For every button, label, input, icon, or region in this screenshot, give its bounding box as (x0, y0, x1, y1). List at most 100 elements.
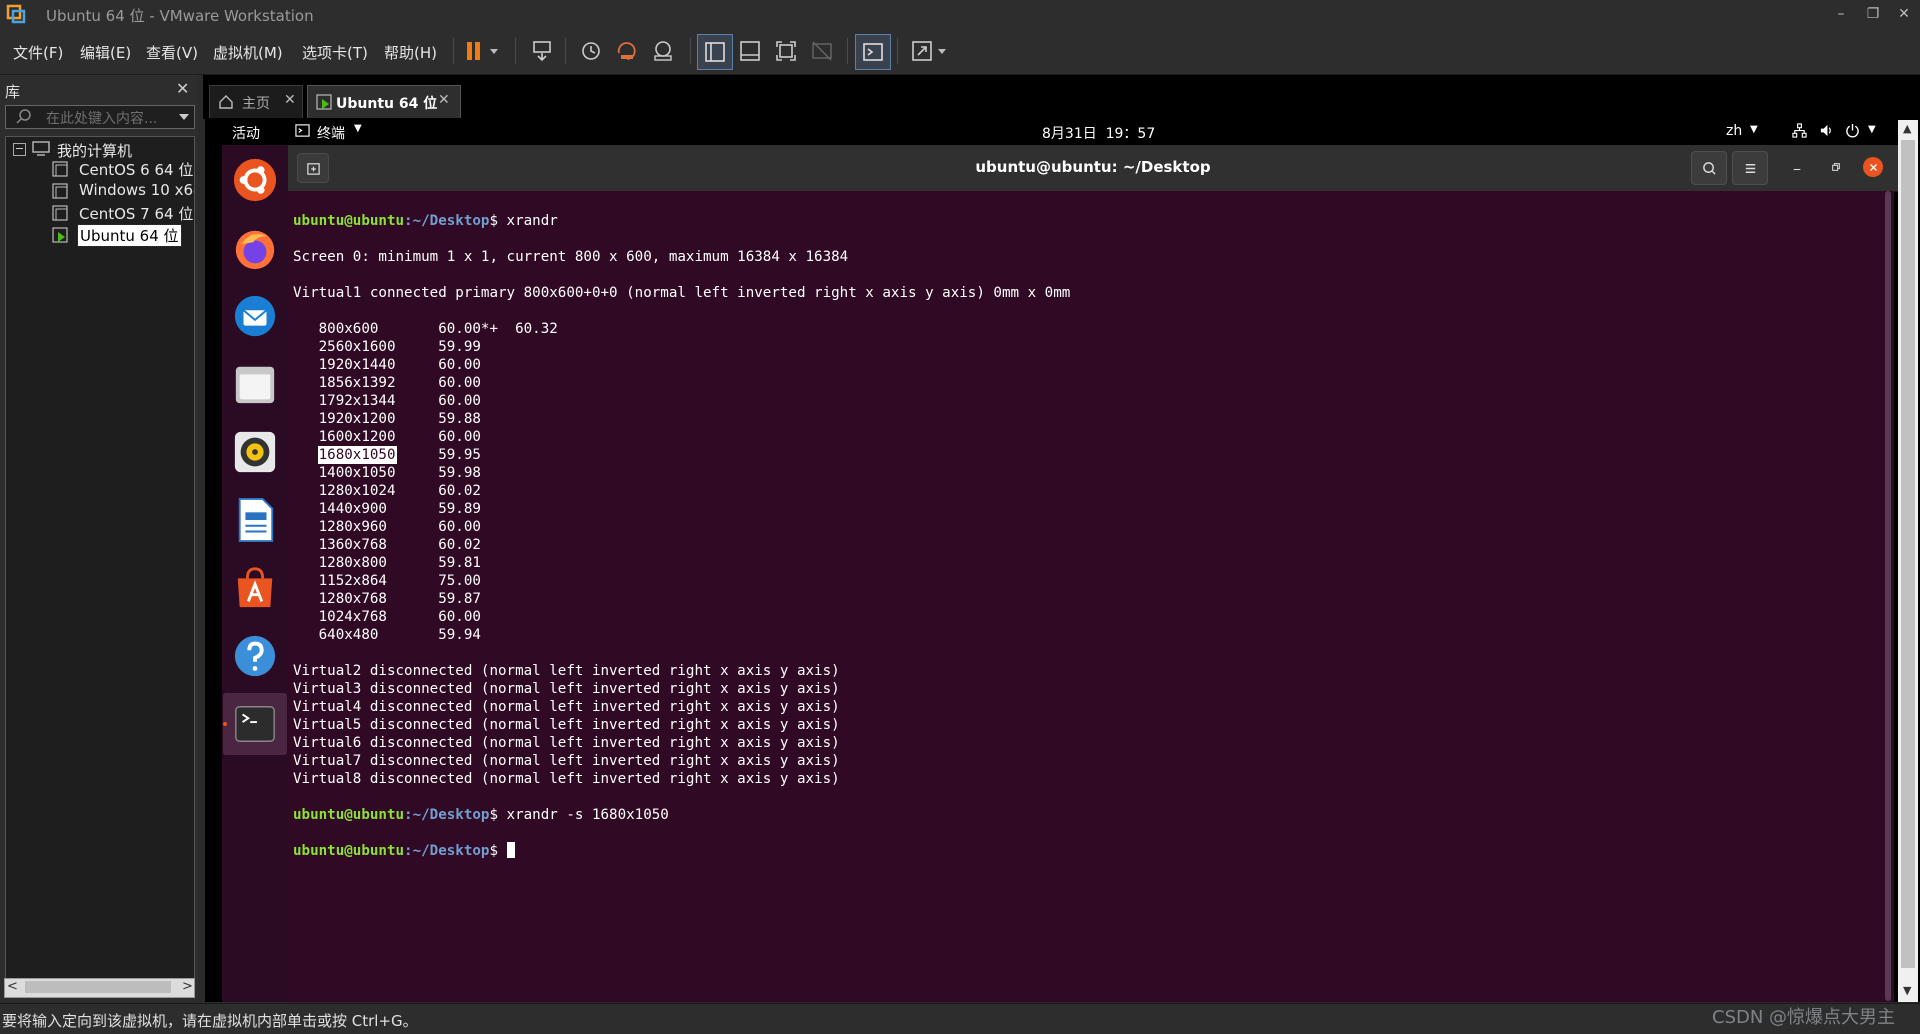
terminal-search-button[interactable] (1691, 151, 1727, 185)
tab-ubuntu[interactable]: Ubuntu 64 位 ✕ (307, 85, 461, 118)
tree-item-centos7[interactable]: CentOS 7 64 位 (79, 203, 193, 224)
terminal-maximize-button[interactable] (1826, 157, 1846, 177)
xrandr-mode-row: 1600x1200 60.00 (293, 428, 1070, 446)
tree-item-ubuntu[interactable]: Ubuntu 64 位 (77, 224, 182, 247)
prompt-user: ubuntu@ubuntu (293, 843, 405, 859)
unity-button[interactable] (805, 34, 839, 68)
fullscreen-button[interactable] (769, 34, 803, 68)
gnome-top-bar: 活动 终端 ▼ 8月31日 19：57 zh ▼ ▼ (218, 120, 1898, 144)
library-horizontal-scrollbar[interactable]: < > (4, 978, 195, 998)
toolbar-separator (515, 38, 516, 64)
restore-button[interactable]: ❐ (1858, 2, 1888, 26)
mode-resolution: 1680x1050 (317, 446, 397, 464)
vm-running-icon (52, 227, 68, 247)
library-search-input[interactable]: 在此处键入内容... (5, 105, 195, 129)
tab-close-icon[interactable]: ✕ (284, 92, 296, 108)
vm-running-icon (316, 94, 332, 114)
stretch-button[interactable] (905, 34, 955, 68)
menu-view[interactable]: 查看(V) (146, 42, 198, 63)
chevron-down-icon[interactable]: ▼ (1868, 124, 1876, 135)
vm-vertical-scrollbar[interactable]: ▲ ▼ (1898, 120, 1918, 1002)
mode-refresh-rate: 75.00 (438, 573, 481, 589)
ubuntu-software-icon[interactable] (230, 563, 280, 613)
mode-refresh-rate: 59.99 (438, 339, 481, 355)
prompt-user: ubuntu@ubuntu (293, 213, 405, 229)
mode-resolution: 1600x1200 (318, 429, 396, 445)
thunderbird-icon[interactable] (230, 291, 280, 341)
xrandr-mode-row: 800x600 60.00*+ 60.32 (293, 320, 1070, 338)
fullscreen-icon (776, 41, 796, 61)
vm-icon (52, 183, 68, 203)
terminal-output-area[interactable]: ubuntu@ubuntu:~/Desktop$ xrandr Screen 0… (288, 191, 1894, 1002)
tree-item-centos6[interactable]: CentOS 6 64 位 (79, 159, 193, 180)
tab-home[interactable]: 主页 ✕ (209, 85, 303, 118)
library-close-button[interactable]: ✕ (176, 79, 189, 98)
xrandr-mode-row: 1024x768 60.00 (293, 608, 1070, 626)
thumbnail-view-button[interactable] (733, 34, 767, 68)
volume-icon[interactable] (1819, 123, 1834, 142)
terminal-scrollbar-thumb[interactable] (1885, 191, 1891, 1001)
prompt-symbol: $ (489, 213, 499, 229)
scrollbar-thumb[interactable] (25, 981, 171, 993)
revert-snapshot-button[interactable] (610, 34, 644, 68)
app-menu-terminal[interactable]: 终端 (317, 123, 345, 143)
pause-button[interactable] (458, 34, 508, 68)
terminal-line: Virtual7 disconnected (normal left inver… (293, 753, 840, 769)
scroll-left-icon[interactable]: < (7, 979, 18, 994)
console-view-button[interactable] (855, 34, 891, 70)
tree-item-windows10[interactable]: Windows 10 x64 (79, 181, 194, 199)
menu-help[interactable]: 帮助(H) (384, 42, 437, 63)
menu-file[interactable]: 文件(F) (13, 42, 63, 63)
clock[interactable]: 8月31日 19：57 (1042, 123, 1155, 143)
library-view-icon (705, 42, 725, 62)
tab-close-icon[interactable]: ✕ (438, 92, 450, 108)
snapshot-icon (582, 42, 600, 60)
xrandr-mode-row: 1920x1440 60.00 (293, 356, 1070, 374)
scrollbar-thumb[interactable] (1901, 140, 1915, 968)
ubuntu-icon[interactable] (230, 155, 280, 205)
mode-refresh-rate: 59.98 (438, 465, 481, 481)
menu-edit[interactable]: 编辑(E) (80, 42, 131, 63)
xrandr-mode-row: 1280x960 60.00 (293, 518, 1070, 536)
chevron-down-icon[interactable] (178, 109, 190, 127)
minimize-button[interactable]: – (1826, 2, 1856, 26)
tree-collapse-toggle[interactable]: − (13, 143, 26, 156)
tree-root-my-computer[interactable]: 我的计算机 (57, 140, 132, 161)
mode-refresh-rate: 60.00 (438, 519, 481, 535)
scroll-down-icon[interactable]: ▼ (1903, 984, 1911, 997)
power-icon[interactable] (1845, 123, 1860, 142)
vmware-logo-icon (6, 4, 26, 24)
files-icon[interactable] (230, 359, 280, 409)
terminal-icon[interactable] (230, 699, 280, 749)
network-icon[interactable] (1792, 123, 1807, 142)
terminal-cursor (506, 842, 515, 858)
terminal-menu-button[interactable] (1732, 151, 1768, 185)
menu-vm[interactable]: 虚拟机(M) (213, 42, 283, 63)
terminal-scrollbar-track[interactable] (1884, 191, 1892, 1001)
help-icon[interactable] (230, 631, 280, 681)
rhythmbox-icon[interactable] (230, 427, 280, 477)
close-window-button[interactable]: ✕ (1889, 2, 1919, 26)
activities-button[interactable]: 活动 (232, 123, 260, 143)
terminal-line: Virtual8 disconnected (normal left inver… (293, 771, 840, 787)
scroll-up-icon[interactable]: ▲ (1903, 122, 1911, 135)
terminal-line: ubuntu@ubuntu:~/Desktop$ (293, 842, 1070, 860)
terminal-close-button[interactable] (1863, 157, 1883, 177)
library-panel: 库 ✕ 在此处键入内容... − 我的计算机 CentOS 6 64 位 Win… (0, 75, 198, 1002)
libreoffice-writer-icon[interactable] (230, 495, 280, 545)
input-method-indicator[interactable]: zh (1726, 123, 1742, 139)
send-ctrl-alt-del-button[interactable] (525, 34, 559, 68)
console-view-icon (863, 43, 883, 61)
xrandr-mode-list: 800x600 60.00*+ 60.32 2560x1600 59.99 19… (293, 320, 1070, 644)
snapshot-button[interactable] (574, 34, 608, 68)
snapshot-manager-button[interactable] (646, 34, 680, 68)
hamburger-menu-icon (1745, 163, 1755, 173)
menu-tabs[interactable]: 选项卡(T) (302, 42, 368, 63)
library-view-button[interactable] (697, 34, 733, 70)
tab-home-label: 主页 (242, 96, 270, 112)
scroll-right-icon[interactable]: > (182, 979, 193, 994)
xrandr-mode-row: 1400x1050 59.98 (293, 464, 1070, 482)
xrandr-mode-row: 640x480 59.94 (293, 626, 1070, 644)
terminal-minimize-button[interactable] (1787, 157, 1807, 177)
firefox-icon[interactable] (230, 223, 280, 273)
